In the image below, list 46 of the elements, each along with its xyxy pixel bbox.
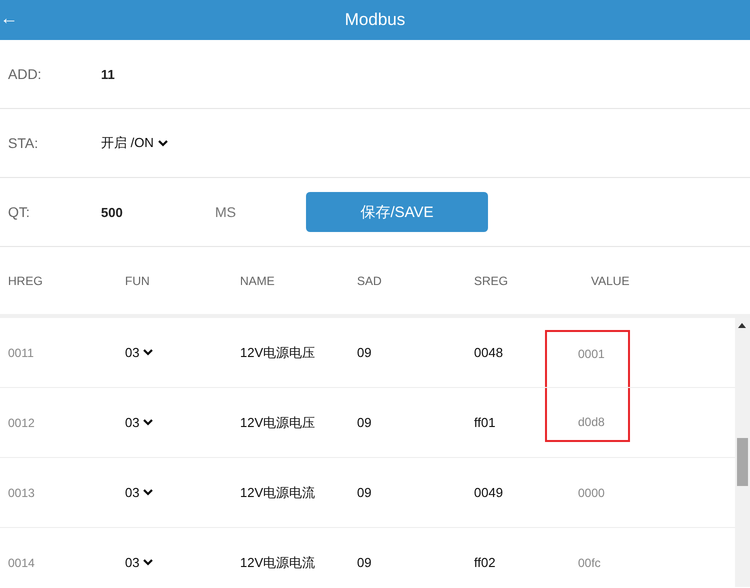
function-select[interactable]: 03	[125, 555, 154, 570]
column-header: SREG	[474, 274, 510, 288]
table-cell-text: 12V电源电流	[240, 554, 316, 572]
field-label: ADD:	[8, 66, 42, 82]
column-header: FUN	[125, 274, 151, 288]
chevron-icon	[143, 559, 154, 566]
field-label: QT:	[8, 204, 31, 220]
column-header: HREG	[7, 274, 44, 288]
function-select[interactable]: 03	[125, 415, 154, 430]
scroll-up-icon[interactable]	[738, 323, 746, 328]
interval-value[interactable]: 500	[101, 204, 215, 220]
table-cell: d0d8	[545, 388, 630, 442]
table-cell-text: 12V电源电流	[240, 484, 316, 502]
table-cell-text: 12V电源电压	[240, 414, 316, 432]
scrollbar[interactable]	[735, 318, 750, 587]
page-title: Modbus	[344, 10, 406, 30]
function-select[interactable]: 03	[125, 345, 154, 360]
chevron-icon	[143, 349, 154, 356]
chevron-icon	[158, 140, 168, 146]
table-cell-text: 0049	[474, 485, 504, 500]
scroll-thumb[interactable]	[737, 438, 748, 486]
chevron-icon	[143, 489, 154, 496]
table-cell-text: 09	[357, 415, 372, 430]
unit-label: MS	[215, 204, 237, 220]
address-value[interactable]: 11	[101, 66, 115, 82]
table-cell-text: 0014	[7, 556, 36, 570]
table-cell-text: 00fc	[577, 554, 602, 572]
table-cell-text: ff01	[474, 415, 496, 430]
table-cell-text: 09	[357, 555, 372, 570]
table-cell-text: 0011	[7, 346, 35, 360]
table-cell-text: 0012	[7, 416, 36, 430]
function-select[interactable]: 03	[125, 485, 154, 500]
field-label: STA:	[8, 135, 40, 151]
table-cell-text: 09	[357, 485, 372, 500]
table-cell-text: 09	[357, 345, 372, 360]
table-cell-text: 0048	[474, 345, 504, 360]
table-cell: 0001	[545, 330, 630, 387]
status-select[interactable]: 开启 /ON	[101, 134, 168, 152]
table-cell-text: 0000	[577, 484, 606, 502]
column-header: NAME	[240, 274, 276, 288]
table-cell-text: ff02	[474, 555, 496, 570]
column-header: VALUE	[591, 274, 630, 288]
chevron-icon	[143, 419, 154, 426]
column-header: SAD	[357, 274, 383, 288]
table-cell-text: 12V电源电压	[240, 344, 316, 362]
table-cell-text: 0013	[7, 486, 36, 500]
